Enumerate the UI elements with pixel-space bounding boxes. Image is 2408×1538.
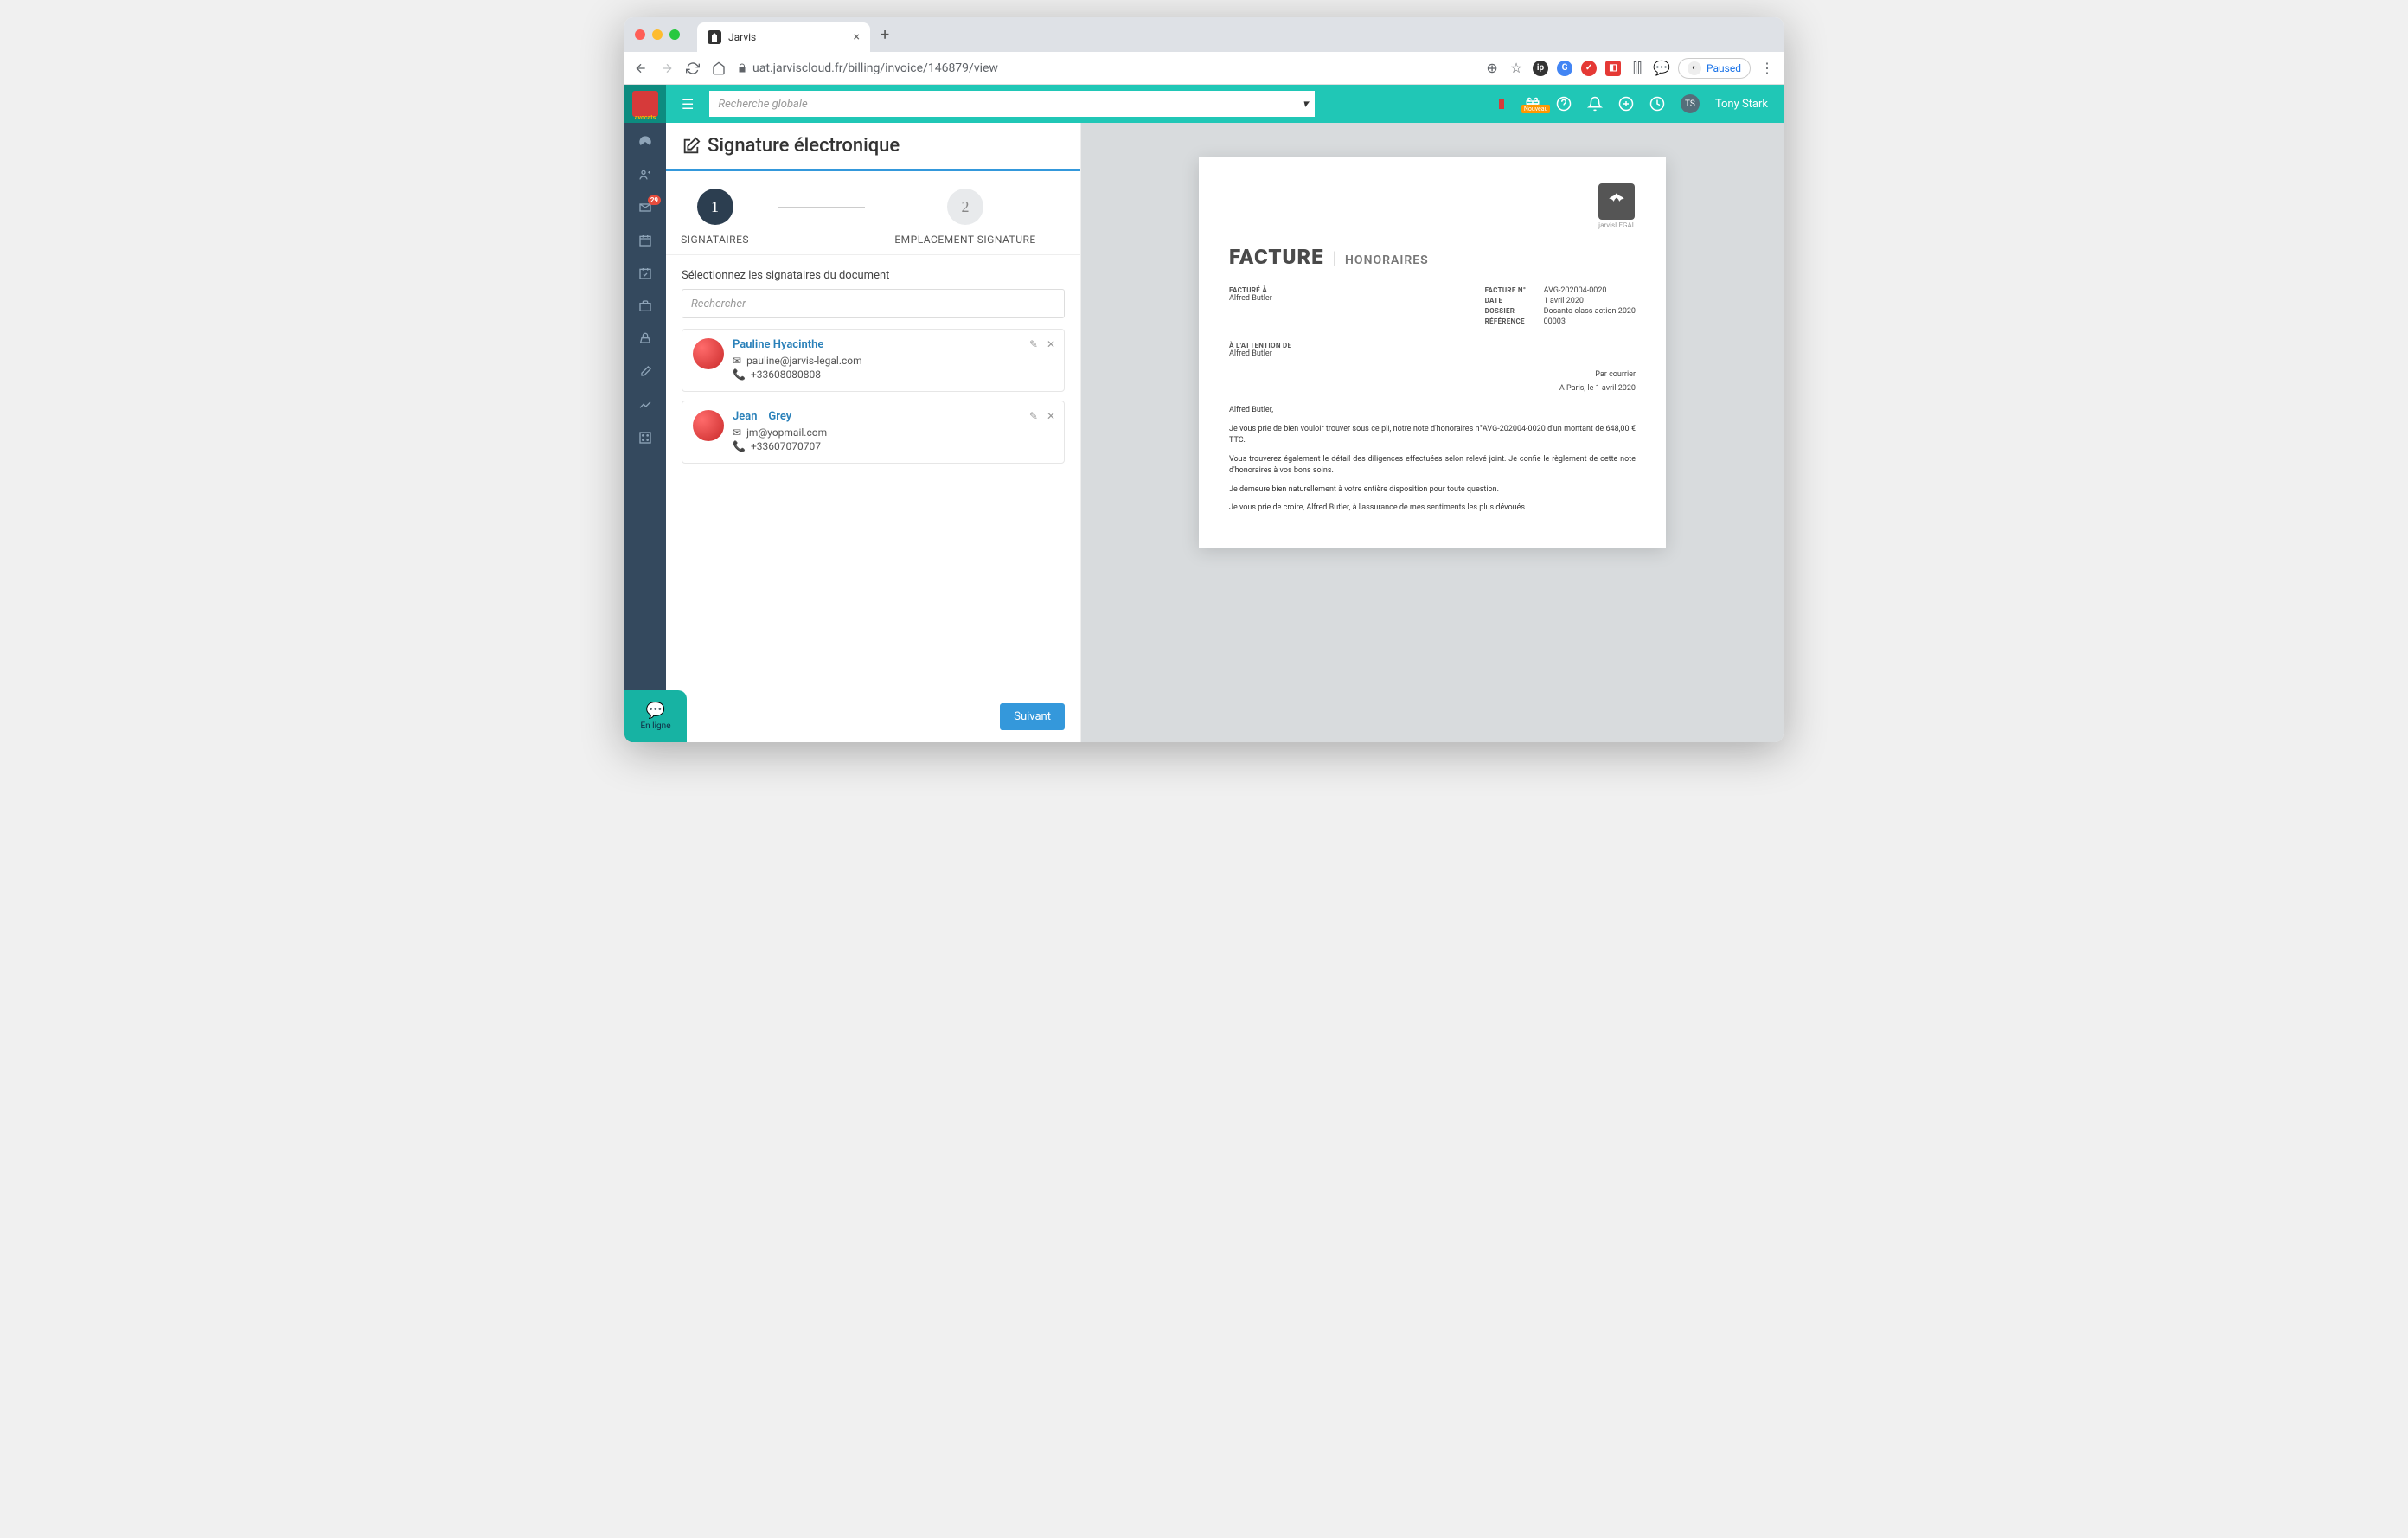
ext-square-icon[interactable]: ◧ bbox=[1605, 61, 1621, 76]
step-2[interactable]: 2 EMPLACEMENT SIGNATURE bbox=[894, 189, 1035, 246]
extensions: ⊕ ☆ ip G ✓ ◧ ⫿⫿ 💬 ◐ Paused ⋮ bbox=[1484, 58, 1775, 79]
signer-card: Jean Grey ✉jm@yopmail.com 📞+33607070707 … bbox=[682, 401, 1065, 464]
reload-button[interactable] bbox=[685, 61, 701, 76]
signer-name[interactable]: Jean Grey bbox=[733, 410, 1054, 423]
signer-avatar bbox=[693, 410, 724, 441]
mail-icon: ✉ bbox=[733, 355, 741, 367]
nav-contacts-icon[interactable] bbox=[637, 166, 654, 183]
ext-red-icon[interactable]: ✓ bbox=[1581, 61, 1597, 76]
doc-subtitle: HONORAIRES bbox=[1345, 253, 1429, 267]
remove-signer-icon[interactable]: ✕ bbox=[1047, 338, 1055, 350]
url-field[interactable]: uat.jarviscloud.fr/billing/invoice/14687… bbox=[737, 61, 1474, 75]
maximize-window[interactable] bbox=[669, 29, 680, 40]
doc-logo-text: jarvisLEGAL bbox=[1598, 221, 1636, 229]
nav-briefcase-icon[interactable] bbox=[637, 298, 654, 315]
signer-name[interactable]: Pauline Hyacinthe bbox=[733, 338, 1054, 351]
close-window[interactable] bbox=[635, 29, 645, 40]
new-tab-button[interactable]: + bbox=[881, 26, 889, 44]
step-1[interactable]: 1 SIGNATAIRES bbox=[681, 189, 749, 246]
menu-icon[interactable]: ⋮ bbox=[1759, 61, 1775, 76]
signer-list: Pauline Hyacinthe ✉pauline@jarvis-legal.… bbox=[666, 318, 1080, 474]
step-connector bbox=[778, 207, 865, 208]
browser-titlebar: Jarvis × + bbox=[624, 17, 1784, 52]
edit-icon bbox=[682, 137, 701, 156]
doc-title: FACTURE bbox=[1229, 245, 1324, 269]
mail-icon: ✉ bbox=[733, 426, 741, 439]
profile-paused[interactable]: ◐ Paused bbox=[1678, 58, 1751, 79]
brand-logo[interactable]: avocats bbox=[624, 85, 666, 123]
search-placeholder: Recherche globale bbox=[718, 98, 807, 111]
stepper: 1 SIGNATAIRES 2 EMPLACEMENT SIGNATURE bbox=[666, 169, 1080, 255]
chat-widget[interactable]: 💬 En ligne bbox=[624, 690, 687, 742]
nav-tasks-icon[interactable] bbox=[637, 265, 654, 282]
lock-icon bbox=[737, 63, 747, 74]
bell-icon[interactable] bbox=[1587, 96, 1603, 112]
page-header: Signature électronique bbox=[666, 123, 1080, 169]
window-controls bbox=[635, 29, 680, 40]
help-icon[interactable] bbox=[1556, 96, 1572, 112]
tab-favicon bbox=[708, 30, 721, 44]
user-name[interactable]: Tony Stark bbox=[1715, 98, 1768, 111]
doc-logo-icon bbox=[1598, 183, 1635, 220]
nav-billing-icon[interactable] bbox=[637, 330, 654, 348]
section-label: Sélectionnez les signataires du document bbox=[666, 255, 1080, 289]
ext-translate-icon[interactable]: G bbox=[1557, 61, 1572, 76]
phone-icon: 📞 bbox=[733, 368, 746, 381]
invoice-document: jarvisLEGAL FACTURE | HONORAIRES FACTURÉ… bbox=[1199, 157, 1666, 548]
home-button[interactable] bbox=[711, 61, 727, 76]
chat-label: En ligne bbox=[641, 721, 671, 731]
alert-icon[interactable] bbox=[1494, 96, 1509, 112]
page-title: Signature électronique bbox=[708, 135, 900, 157]
nav-calendar-icon[interactable] bbox=[637, 232, 654, 249]
app-topbar: avocats ☰ Recherche globale ▾ Nouveau TS… bbox=[624, 85, 1784, 123]
edit-signer-icon[interactable]: ✎ bbox=[1029, 338, 1038, 350]
document-preview-pane: jarvisLEGAL FACTURE | HONORAIRES FACTURÉ… bbox=[1081, 123, 1784, 742]
browser-window: Jarvis × + uat.jarviscloud.fr/billing/in… bbox=[624, 17, 1784, 742]
star-icon[interactable]: ☆ bbox=[1508, 61, 1524, 76]
gift-icon[interactable]: Nouveau bbox=[1525, 96, 1540, 112]
tab-close-icon[interactable]: × bbox=[854, 30, 860, 44]
minimize-window[interactable] bbox=[652, 29, 663, 40]
remove-signer-icon[interactable]: ✕ bbox=[1047, 410, 1055, 422]
zoom-icon[interactable]: ⊕ bbox=[1484, 61, 1500, 76]
forward-button[interactable] bbox=[659, 61, 675, 76]
nav-mail-icon[interactable]: 29 bbox=[637, 199, 654, 216]
global-search[interactable]: Recherche globale ▾ bbox=[709, 91, 1315, 117]
clock-icon[interactable] bbox=[1649, 96, 1665, 112]
phone-icon: 📞 bbox=[733, 440, 746, 452]
add-icon[interactable] bbox=[1618, 96, 1634, 112]
nav-edit-icon[interactable] bbox=[637, 363, 654, 381]
browser-tab[interactable]: Jarvis × bbox=[697, 22, 870, 52]
ext-bars-icon[interactable]: ⫿⫿ bbox=[1630, 61, 1645, 76]
signer-card: Pauline Hyacinthe ✉pauline@jarvis-legal.… bbox=[682, 329, 1065, 392]
signer-avatar bbox=[693, 338, 724, 369]
ext-chat-icon[interactable]: 💬 bbox=[1654, 61, 1669, 76]
browser-addressbar: uat.jarviscloud.fr/billing/invoice/14687… bbox=[624, 52, 1784, 85]
url-text: uat.jarviscloud.fr/billing/invoice/14687… bbox=[752, 61, 998, 75]
next-button[interactable]: Suivant bbox=[1000, 703, 1065, 730]
app: avocats ☰ Recherche globale ▾ Nouveau TS… bbox=[624, 85, 1784, 742]
edit-signer-icon[interactable]: ✎ bbox=[1029, 410, 1038, 422]
signer-search[interactable]: Rechercher bbox=[682, 289, 1065, 318]
user-avatar[interactable]: TS bbox=[1681, 94, 1700, 113]
chevron-down-icon: ▾ bbox=[1303, 98, 1309, 111]
nav-dashboard-icon[interactable] bbox=[637, 133, 654, 151]
menu-toggle-icon[interactable]: ☰ bbox=[675, 96, 701, 112]
gift-badge: Nouveau bbox=[1521, 105, 1551, 113]
profile-icon: ◐ bbox=[1688, 61, 1701, 75]
ext-ip-icon[interactable]: ip bbox=[1533, 61, 1548, 76]
nav-stats-icon[interactable] bbox=[637, 396, 654, 413]
chat-icon: 💬 bbox=[646, 702, 665, 720]
back-button[interactable] bbox=[633, 61, 649, 76]
tab-title: Jarvis bbox=[728, 31, 847, 43]
signature-panel: Signature électronique 1 SIGNATAIRES 2 E… bbox=[666, 123, 1081, 742]
nav-apps-icon[interactable] bbox=[637, 429, 654, 446]
side-nav: 29 💬 En ligne bbox=[624, 123, 666, 742]
